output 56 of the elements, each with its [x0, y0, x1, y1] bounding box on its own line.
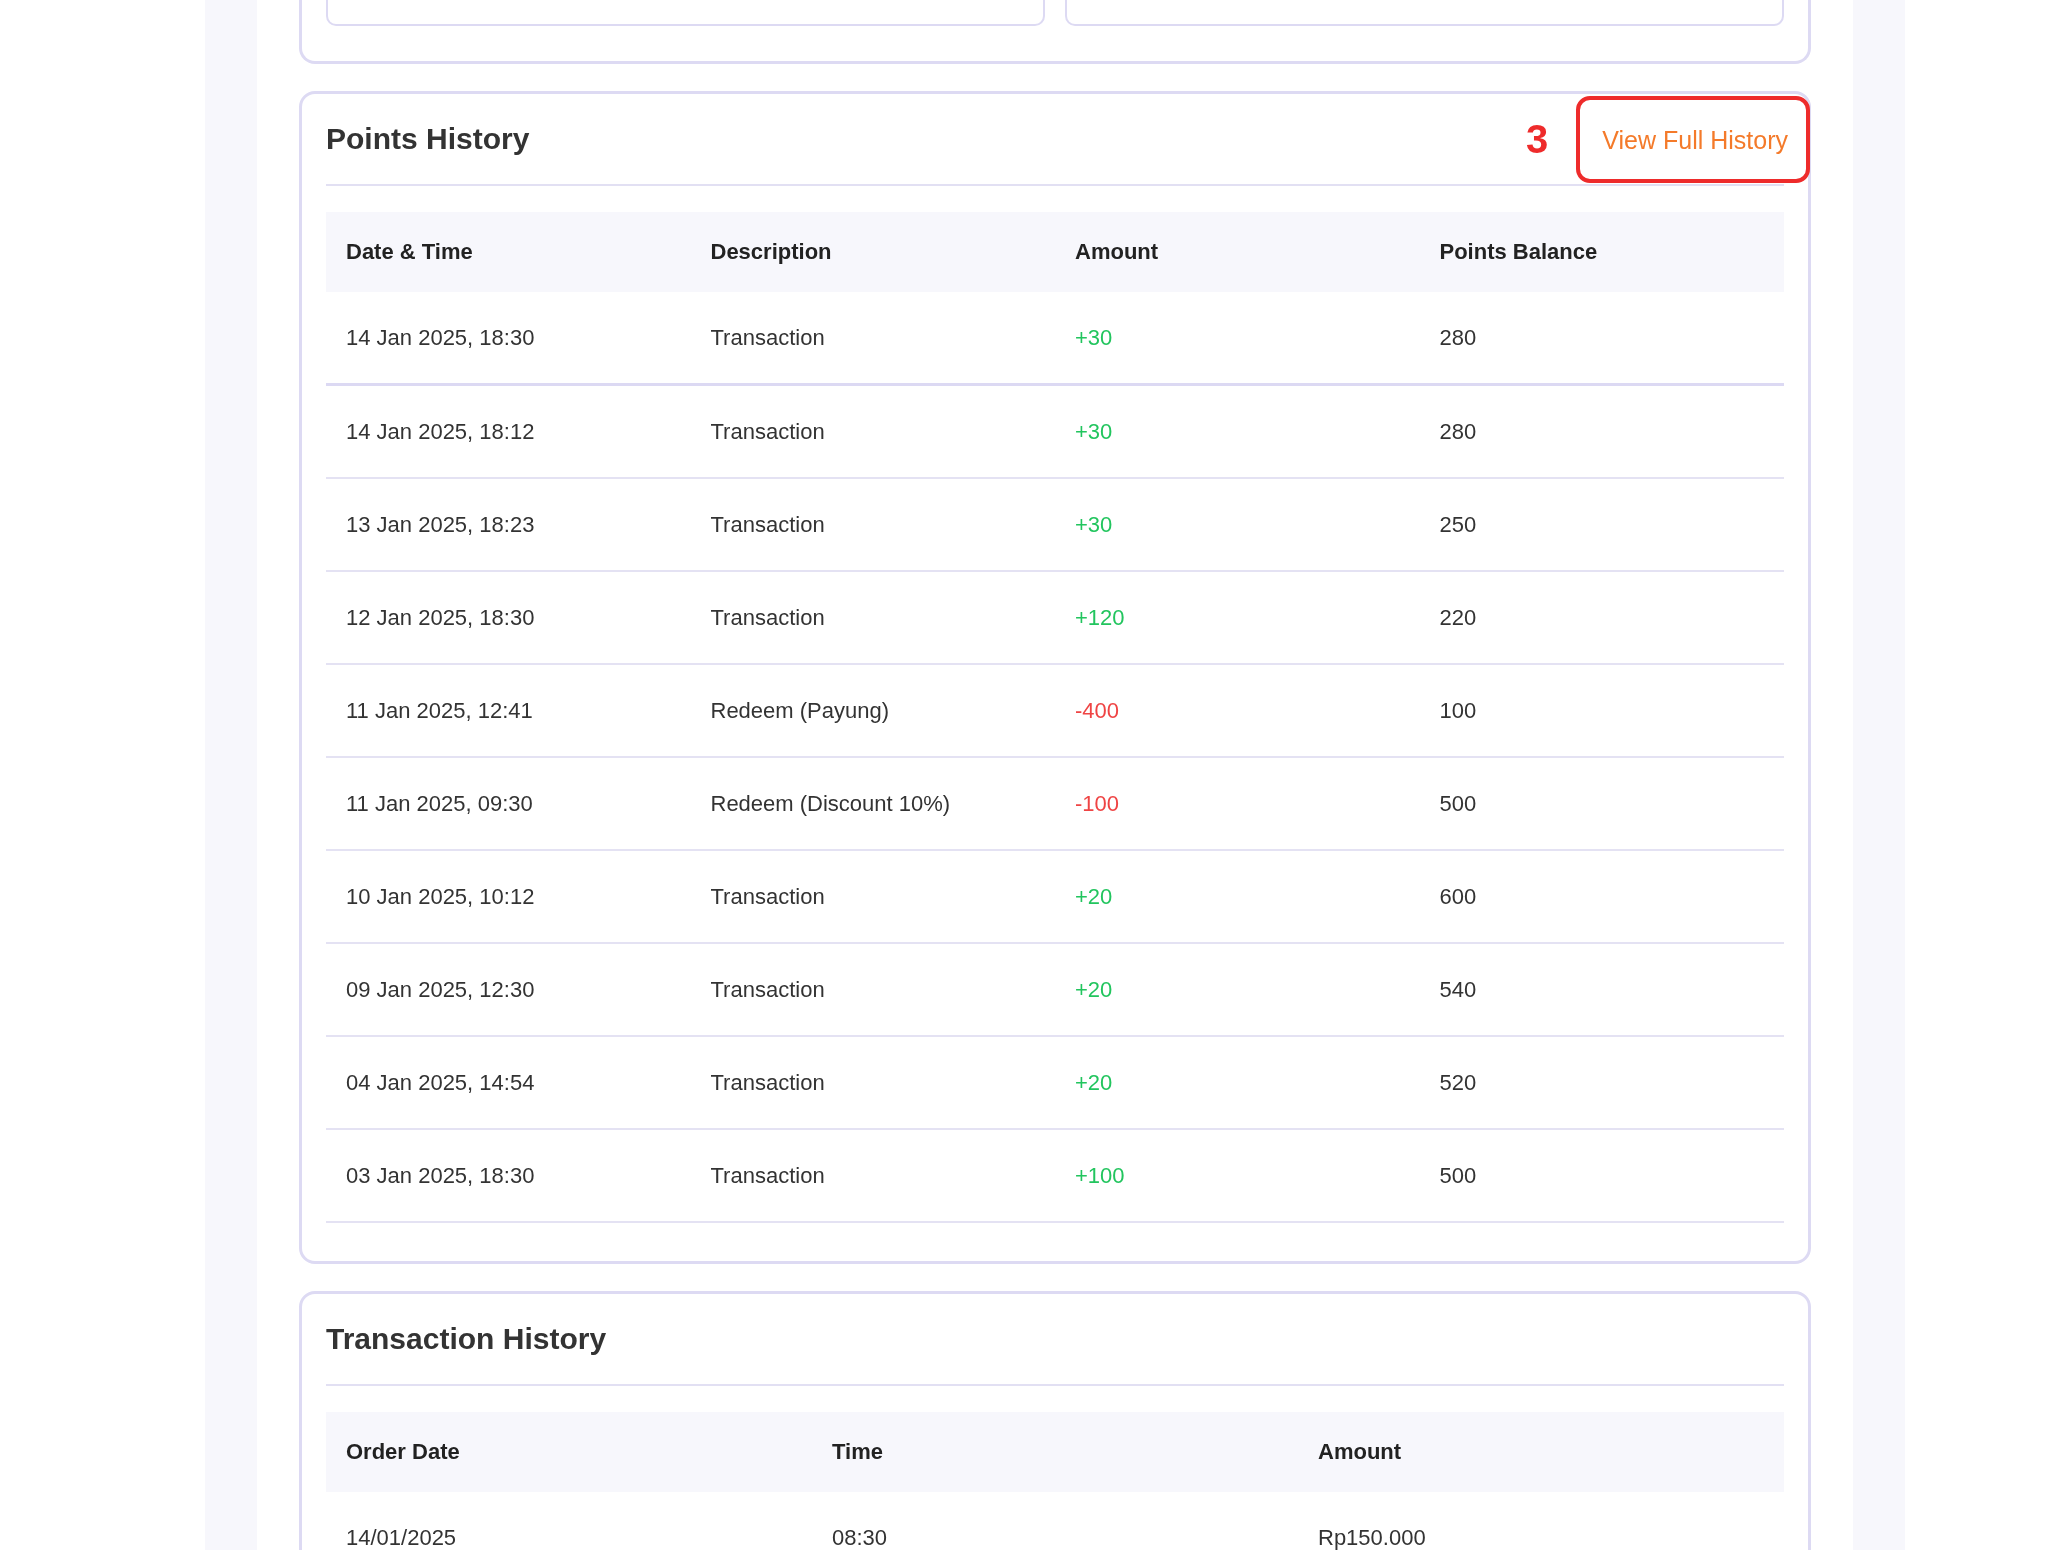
table-cell: +30 — [1055, 384, 1420, 478]
table-cell: Redeem (Payung) — [690, 664, 1055, 757]
table-cell: 100 — [1419, 664, 1784, 757]
table-cell: 500 — [1419, 1129, 1784, 1222]
column-header: Date & Time — [326, 212, 691, 292]
table-cell: +100 — [1055, 1129, 1420, 1222]
section-title: Transaction History — [326, 1322, 607, 1356]
table-cell: Transaction — [690, 1129, 1055, 1222]
table-cell: 11 Jan 2025, 09:30 — [326, 757, 691, 850]
table-cell: 11 Jan 2025, 12:41 — [326, 664, 691, 757]
table-cell: +120 — [1055, 571, 1420, 664]
table-cell: 14/01/2025 — [326, 1492, 812, 1550]
table-cell: Transaction — [690, 478, 1055, 571]
table-cell: +30 — [1055, 292, 1420, 385]
table-cell: Transaction — [690, 571, 1055, 664]
table-cell: -100 — [1055, 757, 1420, 850]
table-cell: +20 — [1055, 943, 1420, 1036]
input-field[interactable] — [1065, 0, 1784, 26]
table-cell: 520 — [1419, 1036, 1784, 1129]
table-cell: Transaction — [690, 850, 1055, 943]
section-title: Points History — [326, 122, 530, 156]
table-cell: Transaction — [690, 292, 1055, 385]
table-cell: Transaction — [690, 384, 1055, 478]
column-header: Amount — [1055, 212, 1420, 292]
column-header: Time — [812, 1412, 1298, 1492]
table-cell: Transaction — [690, 943, 1055, 1036]
table-cell: 13 Jan 2025, 18:23 — [326, 478, 691, 571]
column-header: Points Balance — [1419, 212, 1784, 292]
annotation-number: 3 — [1526, 116, 1549, 162]
table-cell: 220 — [1419, 571, 1784, 664]
table-cell: 250 — [1419, 478, 1784, 571]
table-cell: -400 — [1055, 664, 1420, 757]
table-cell: 14 Jan 2025, 18:30 — [326, 292, 691, 385]
table-cell: 09 Jan 2025, 12:30 — [326, 943, 691, 1036]
table-cell: +30 — [1055, 478, 1420, 571]
table-cell: 280 — [1419, 292, 1784, 385]
table-cell: Rp150.000 — [1298, 1492, 1784, 1550]
table-cell: 540 — [1419, 943, 1784, 1036]
input-field[interactable] — [326, 0, 1045, 26]
table-cell: 14 Jan 2025, 18:12 — [326, 384, 691, 478]
table-cell: Redeem (Discount 10%) — [690, 757, 1055, 850]
table-cell: +20 — [1055, 850, 1420, 943]
table-cell: 500 — [1419, 757, 1784, 850]
table-cell: Transaction — [690, 1036, 1055, 1129]
table-cell: 600 — [1419, 850, 1784, 943]
table-cell: 10 Jan 2025, 10:12 — [326, 850, 691, 943]
table-cell: +20 — [1055, 1036, 1420, 1129]
table-cell: 08:30 — [812, 1492, 1298, 1550]
view-full-history-link[interactable]: View Full History — [1576, 95, 1810, 183]
table-cell: 12 Jan 2025, 18:30 — [326, 571, 691, 664]
column-header: Order Date — [326, 1412, 812, 1492]
column-header: Description — [690, 212, 1055, 292]
table-cell: 03 Jan 2025, 18:30 — [326, 1129, 691, 1222]
table-cell: 04 Jan 2025, 14:54 — [326, 1036, 691, 1129]
table-cell: 280 — [1419, 384, 1784, 478]
column-header: Amount — [1298, 1412, 1784, 1492]
